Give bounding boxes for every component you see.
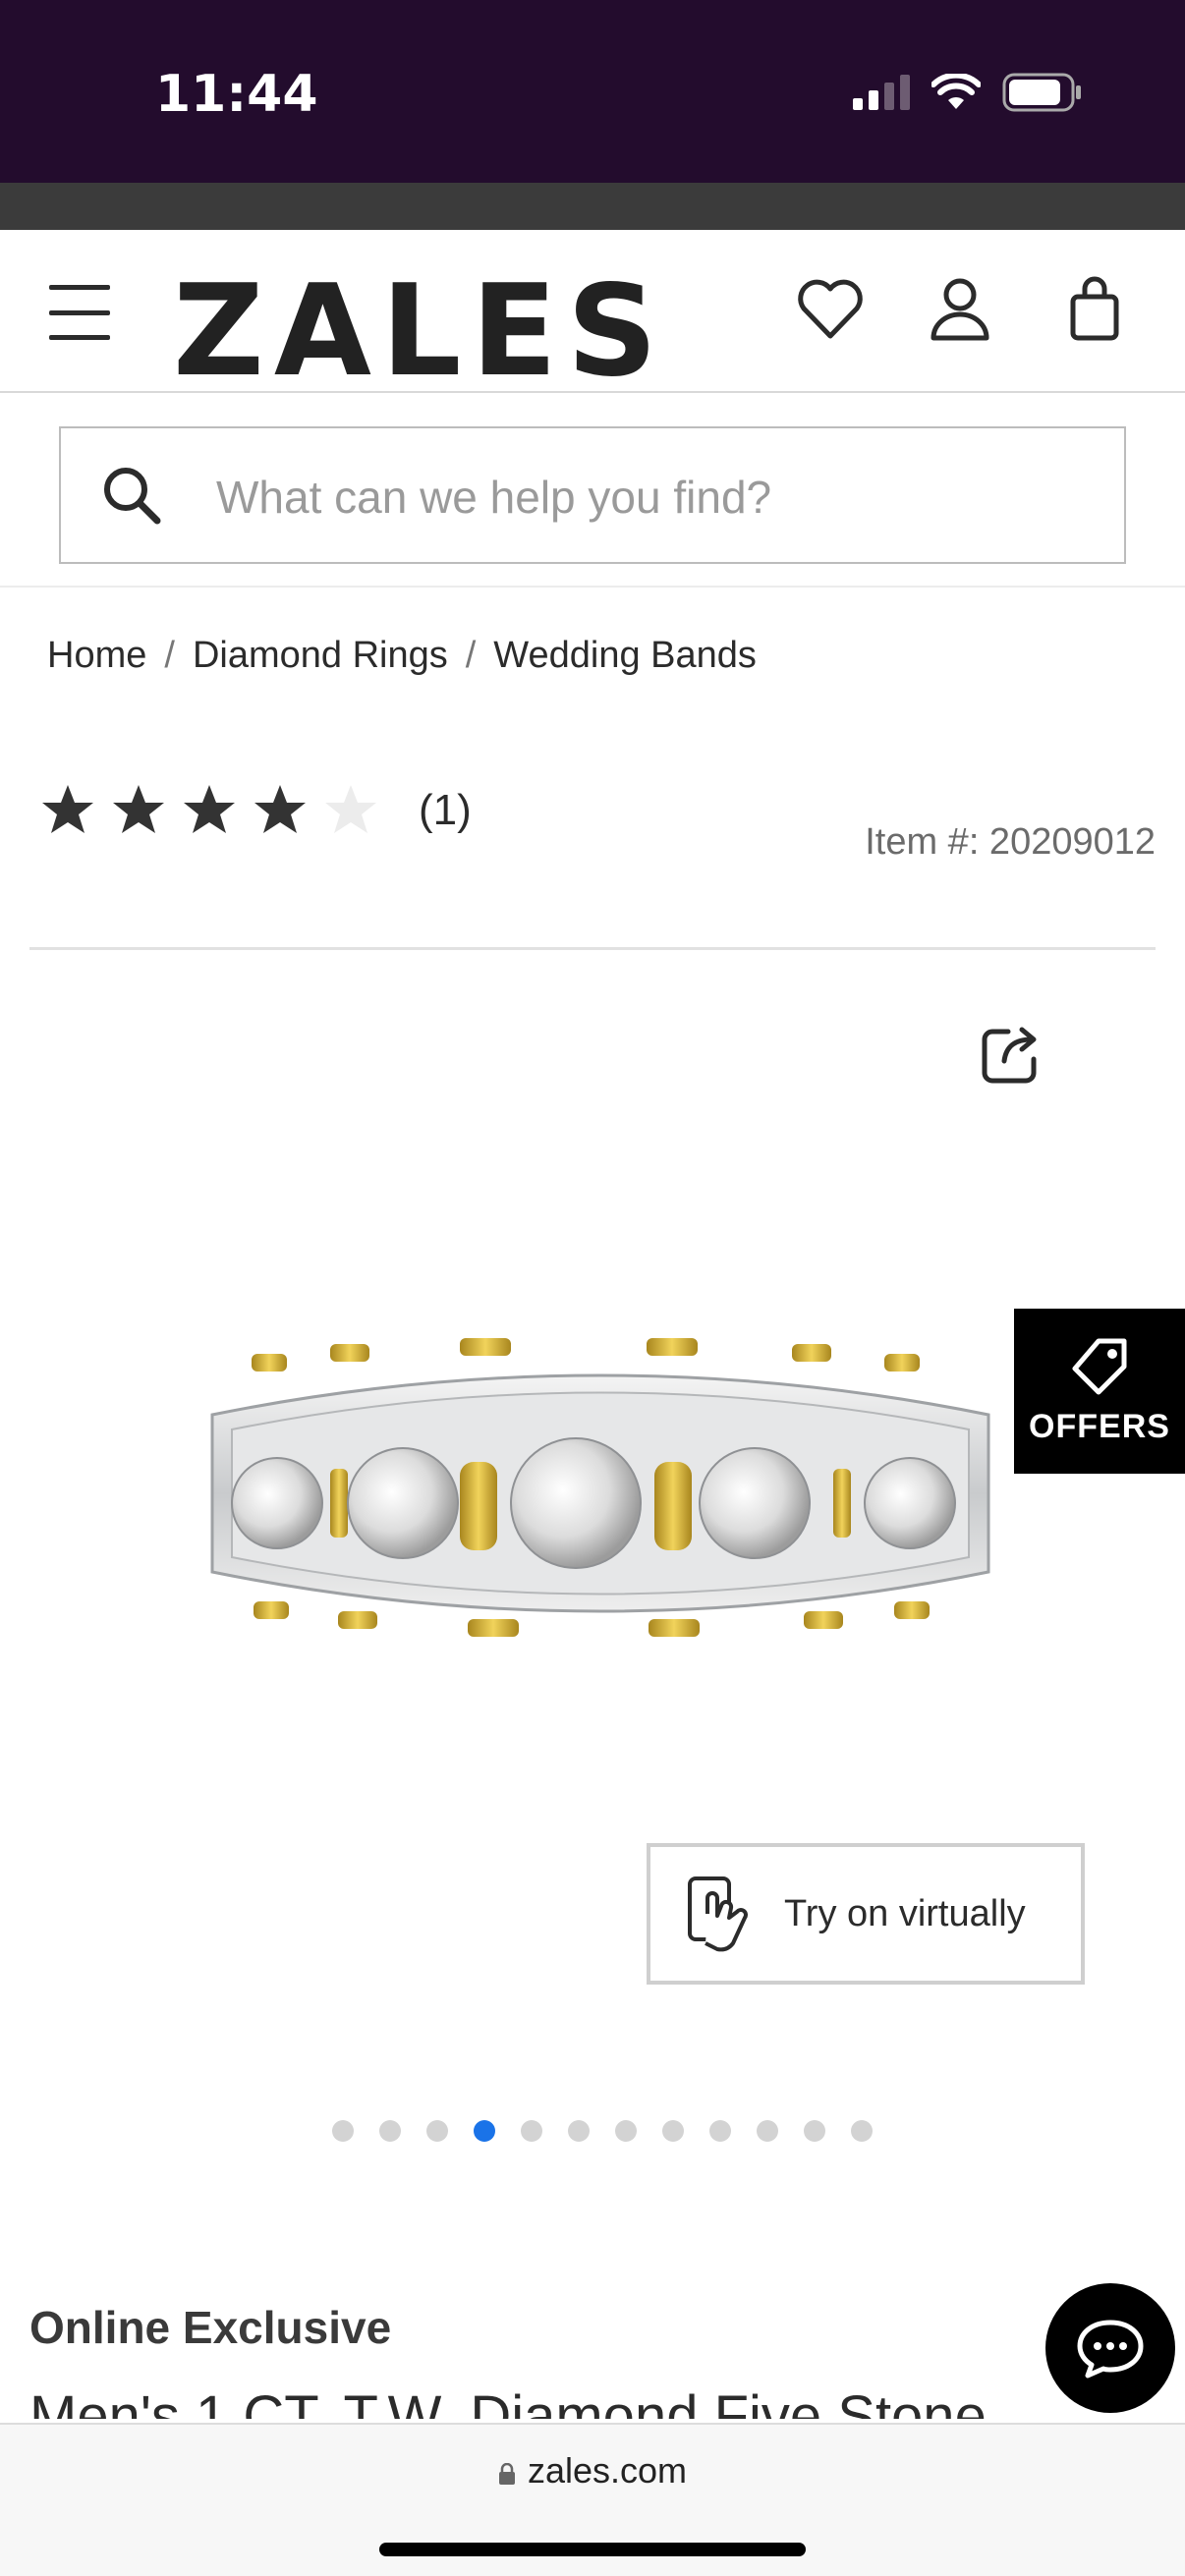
status-icons bbox=[853, 73, 1083, 112]
carousel-dots bbox=[332, 2120, 873, 2142]
product-image-ring[interactable] bbox=[193, 1307, 1008, 1700]
status-time: 11:44 bbox=[155, 65, 318, 124]
chat-button[interactable] bbox=[1045, 2283, 1175, 2413]
home-indicator[interactable] bbox=[379, 2543, 806, 2556]
product-title: Men's 1 CT. T.W. Diamond Five Stone bbox=[29, 2384, 987, 2419]
breadcrumb: Home / Diamond Rings / Wedding Bands bbox=[47, 635, 757, 677]
wifi-icon bbox=[931, 74, 981, 109]
zales-logo[interactable]: ZALES bbox=[173, 269, 667, 395]
menu-icon[interactable] bbox=[49, 285, 110, 340]
carousel-dot[interactable] bbox=[662, 2120, 684, 2142]
shopping-bag-icon[interactable] bbox=[1059, 273, 1132, 346]
divider bbox=[29, 947, 1156, 950]
try-on-label: Try on virtually bbox=[784, 1892, 1026, 1934]
heart-icon[interactable] bbox=[794, 273, 867, 346]
carousel-dot-active[interactable] bbox=[474, 2120, 495, 2142]
offers-label: OFFERS bbox=[1029, 1407, 1170, 1445]
share-icon[interactable] bbox=[979, 1022, 1044, 1087]
carousel-dot[interactable] bbox=[521, 2120, 542, 2142]
item-number: Item #: 20209012 bbox=[865, 821, 1156, 863]
breadcrumb-separator: / bbox=[164, 635, 175, 676]
chat-icon bbox=[1077, 2320, 1144, 2379]
signal-icon bbox=[853, 75, 910, 110]
star-filled-icon bbox=[113, 785, 164, 833]
lock-icon bbox=[498, 2463, 515, 2485]
breadcrumb-home[interactable]: Home bbox=[47, 635, 146, 677]
offers-tab[interactable]: OFFERS bbox=[1014, 1309, 1185, 1474]
carousel-dot[interactable] bbox=[851, 2120, 873, 2142]
breadcrumb-wedding-bands[interactable]: Wedding Bands bbox=[493, 635, 757, 677]
tag-icon bbox=[1072, 1338, 1127, 1394]
carousel-dot[interactable] bbox=[804, 2120, 825, 2142]
carousel-dot[interactable] bbox=[709, 2120, 731, 2142]
search-input[interactable] bbox=[216, 458, 1081, 536]
status-bar: 11:44 bbox=[0, 0, 1185, 183]
carousel-dot[interactable] bbox=[426, 2120, 448, 2142]
top-strip bbox=[0, 183, 1185, 230]
url-display[interactable]: zales.com bbox=[0, 2450, 1185, 2492]
url-text: zales.com bbox=[527, 2450, 688, 2491]
search-icon[interactable] bbox=[100, 464, 163, 527]
carousel-dot[interactable] bbox=[757, 2120, 778, 2142]
battery-icon bbox=[1002, 73, 1081, 112]
try-on-virtually-button[interactable]: Try on virtually bbox=[647, 1843, 1085, 1985]
star-filled-icon bbox=[184, 785, 235, 833]
star-filled-icon bbox=[254, 785, 306, 833]
carousel-dot[interactable] bbox=[615, 2120, 637, 2142]
browser-address-bar[interactable]: zales.com bbox=[0, 2423, 1185, 2576]
breadcrumb-separator: / bbox=[465, 635, 477, 676]
product-rating[interactable]: (1) bbox=[39, 782, 472, 839]
search-box[interactable] bbox=[59, 426, 1126, 564]
carousel-dot[interactable] bbox=[379, 2120, 401, 2142]
hand-phone-icon bbox=[688, 1876, 748, 1952]
review-count[interactable]: (1) bbox=[419, 786, 472, 835]
carousel-dot[interactable] bbox=[568, 2120, 590, 2142]
account-icon[interactable] bbox=[924, 273, 996, 346]
star-empty-icon bbox=[325, 785, 376, 833]
site-header: ZALES bbox=[0, 230, 1185, 395]
search-section bbox=[0, 393, 1185, 588]
breadcrumb-diamond-rings[interactable]: Diamond Rings bbox=[193, 635, 448, 677]
online-exclusive-label: Online Exclusive bbox=[29, 2302, 392, 2353]
carousel-dot[interactable] bbox=[332, 2120, 354, 2142]
star-filled-icon bbox=[42, 785, 93, 833]
